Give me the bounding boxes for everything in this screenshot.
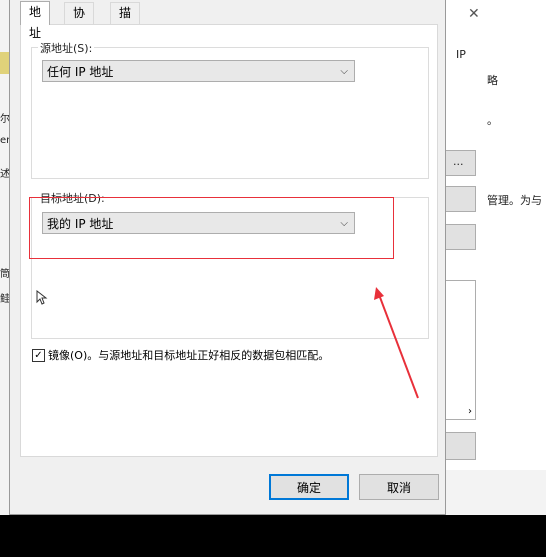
bg-text: 略 <box>487 74 498 87</box>
annotation-highlight-box <box>29 197 394 259</box>
scroll-right-icon[interactable]: › <box>468 406 472 417</box>
left-strip-highlight <box>0 52 9 74</box>
bg-text: 。 <box>487 114 498 127</box>
cancel-button[interactable]: 取消 <box>359 474 439 500</box>
close-icon[interactable]: ✕ <box>468 6 480 22</box>
mirror-label: 镜像(O)。与源地址和目标地址正好相反的数据包相匹配。 <box>48 349 330 362</box>
tab-address[interactable]: 地址 <box>20 1 51 40</box>
source-address-select[interactable]: 任何 IP 地址 ⌵ <box>42 60 355 82</box>
ok-button-label: 确定 <box>296 481 321 495</box>
bg-text: 管理。为与 <box>487 194 542 207</box>
background-list[interactable]: › <box>444 280 476 420</box>
left-strip: 尔 en 述 筒 鲑 <box>0 0 13 470</box>
ok-button[interactable]: 确定 <box>269 474 349 500</box>
tab-description[interactable]: 描述 <box>110 2 141 41</box>
source-address-label: 源地址(S): <box>38 40 95 56</box>
screen: 尔 en 述 筒 鲑 ✕ IP 略 。 管理。为与 名称 ... › 地址 协议… <box>0 0 546 515</box>
bg-text: IP <box>456 48 466 61</box>
tab-protocol[interactable]: 协议 <box>64 2 95 41</box>
background-button[interactable] <box>444 186 476 212</box>
background-button[interactable] <box>444 224 476 250</box>
source-address-value: 任何 IP 地址 <box>47 65 114 79</box>
tab-label: 地址 <box>29 5 42 40</box>
background-button[interactable]: ... <box>444 150 476 176</box>
mirror-checkbox[interactable]: ✓ <box>32 349 45 362</box>
chevron-down-icon: ⌵ <box>340 66 348 77</box>
mouse-cursor-icon <box>36 290 48 305</box>
cancel-button-label: 取消 <box>386 481 411 495</box>
bg-button-label: ... <box>453 155 464 168</box>
background-button[interactable] <box>444 432 476 460</box>
